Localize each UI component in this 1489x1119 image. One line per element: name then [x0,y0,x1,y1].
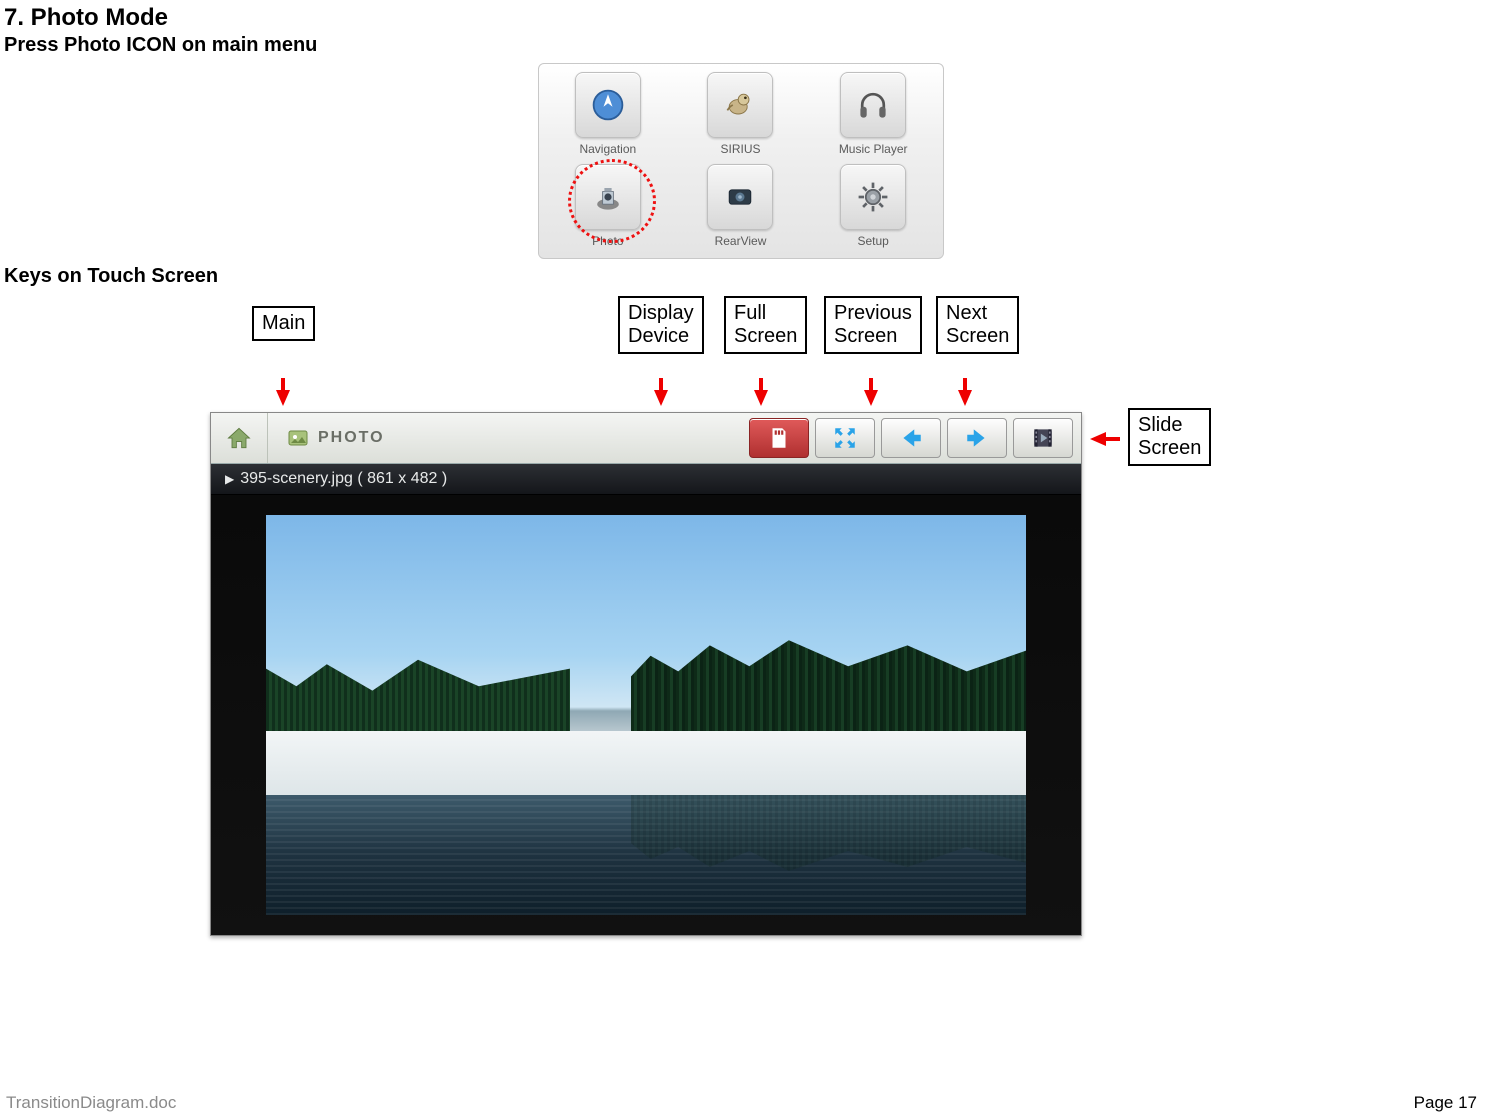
menu-item-rearview[interactable]: RearView [681,164,800,248]
display-device-button[interactable] [749,418,809,458]
page-footer: TransitionDiagram.doc Page 17 [6,1093,1477,1113]
photo-app-window: PHOTO ▶ [210,412,1082,936]
callout-previous-screen: Previous Screen [824,296,922,354]
menu-label: Navigation [579,142,636,156]
menu-label: Setup [857,234,888,248]
arrow-left-icon [898,425,924,451]
slideshow-button[interactable] [1013,418,1073,458]
arrow-icon [276,390,290,406]
photo-image [266,515,1026,915]
gear-icon [840,164,906,230]
section-subtitle: Press Photo ICON on main menu [4,34,1477,57]
menu-item-navigation[interactable]: Navigation [549,72,668,156]
callout-main: Main [252,306,315,341]
menu-label: RearView [715,234,767,248]
arrow-icon [654,390,668,406]
menu-item-music[interactable]: Music Player [814,72,933,156]
menu-label: Music Player [839,142,908,156]
arrow-icon [1090,432,1106,446]
full-screen-button[interactable] [815,418,875,458]
photo-icon [286,426,310,450]
rearview-icon [707,164,773,230]
file-info-text: 395-scenery.jpg ( 861 x 482 ) [240,470,447,488]
headphones-icon [840,72,906,138]
filmstrip-icon [1030,425,1056,451]
menu-item-setup[interactable]: Setup [814,164,933,248]
photo-header: PHOTO [211,413,1081,464]
camera-icon [575,164,641,230]
menu-item-sirius[interactable]: SIRIUS [681,72,800,156]
arrow-right-icon [964,425,990,451]
previous-button[interactable] [881,418,941,458]
compass-icon [575,72,641,138]
footer-doc: TransitionDiagram.doc [6,1093,176,1113]
photo-title: PHOTO [268,426,403,450]
main-menu-panel: Navigation SIRIUS Music Player Photo Rea… [538,63,944,259]
home-icon [225,424,253,452]
menu-item-photo[interactable]: Photo [549,164,668,248]
arrow-icon [958,390,972,406]
callout-display-device: Display Device [618,296,704,354]
callout-next-screen: Next Screen [936,296,1019,354]
footer-page: Page 17 [1414,1093,1477,1113]
diagram: Main Display Device Full Screen Previous… [4,296,1204,956]
menu-label: SIRIUS [720,142,760,156]
arrow-icon [864,390,878,406]
sd-card-icon [766,425,792,451]
keys-title: Keys on Touch Screen [4,265,1477,288]
main-button[interactable] [211,413,268,463]
photo-title-text: PHOTO [318,429,385,447]
arrow-icon [754,390,768,406]
photo-view[interactable] [211,495,1081,935]
triangle-icon: ▶ [225,472,234,486]
file-info-bar: ▶ 395-scenery.jpg ( 861 x 482 ) [211,464,1081,495]
sirius-icon [707,72,773,138]
section-title: 7. Photo Mode [4,4,1477,32]
next-button[interactable] [947,418,1007,458]
callout-slide-screen: Slide Screen [1128,408,1211,466]
fullscreen-icon [832,425,858,451]
callout-full-screen: Full Screen [724,296,807,354]
